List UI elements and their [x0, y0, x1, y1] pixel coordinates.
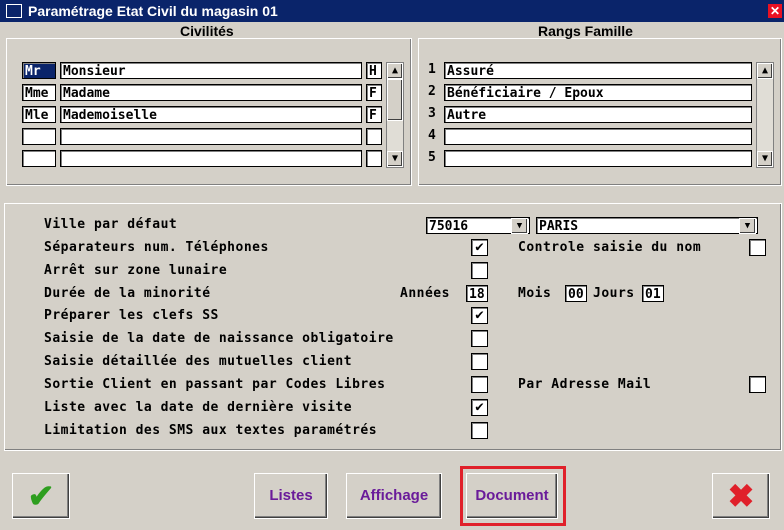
civilite-code[interactable]: [22, 128, 56, 145]
controle-label: Controle saisie du nom: [518, 240, 702, 255]
clefs-label: Préparer les clefs SS: [44, 308, 219, 323]
mail-label: Par Adresse Mail: [518, 377, 652, 392]
window-title: Paramétrage Etat Civil du magasin 01: [28, 3, 278, 19]
rang-number: 3: [428, 106, 437, 121]
civilite-gender[interactable]: F: [366, 84, 382, 101]
close-icon[interactable]: ✕: [768, 4, 782, 18]
check-mark-icon: ✔: [475, 307, 484, 323]
civilite-gender[interactable]: F: [366, 106, 382, 123]
scroll-up-icon[interactable]: ▲: [387, 63, 403, 79]
rang-number: 4: [428, 128, 437, 143]
scroll-down-icon[interactable]: ▼: [387, 151, 403, 167]
mutuelles-checkbox[interactable]: [471, 353, 488, 370]
chevron-down-icon[interactable]: ▼: [511, 218, 528, 234]
arret-checkbox[interactable]: [471, 262, 488, 279]
jours-input[interactable]: 01: [642, 285, 664, 302]
civilite-label[interactable]: [60, 128, 362, 145]
naissance-checkbox[interactable]: [471, 330, 488, 347]
rang-label[interactable]: Bénéficiaire / Epoux: [444, 84, 752, 101]
civilite-code[interactable]: Mme: [22, 84, 56, 101]
civilites-scrollbar[interactable]: ▲ ▼: [386, 62, 404, 168]
rang-number: 5: [428, 150, 437, 165]
document-highlight-box: [460, 466, 566, 526]
liste-label: Liste avec la date de dernière visite: [44, 400, 353, 415]
civilite-code[interactable]: Mle: [22, 106, 56, 123]
sortie-label: Sortie Client en passant par Codes Libre…: [44, 377, 386, 392]
rang-label[interactable]: Autre: [444, 106, 752, 123]
rangs-scrollbar[interactable]: ▲ ▼: [756, 62, 774, 168]
civilite-gender[interactable]: [366, 128, 382, 145]
rang-label[interactable]: Assuré: [444, 62, 752, 79]
separateurs-label: Séparateurs num. Téléphones: [44, 240, 269, 255]
arret-label: Arrêt sur zone lunaire: [44, 263, 228, 278]
civilite-code[interactable]: Mr: [22, 62, 56, 79]
annees-label: Années: [400, 286, 450, 301]
cross-icon: ✖: [727, 478, 755, 514]
civilite-label[interactable]: Monsieur: [60, 62, 362, 79]
mois-input[interactable]: 00: [565, 285, 587, 302]
check-mark-icon: ✔: [475, 399, 484, 415]
ville-label: Ville par défaut: [44, 217, 178, 232]
scroll-up-icon[interactable]: ▲: [757, 63, 773, 79]
sms-label: Limitation des SMS aux textes paramétrés: [44, 423, 378, 438]
mois-label: Mois: [518, 286, 552, 301]
check-mark-icon: ✔: [475, 239, 484, 255]
liste-checkbox[interactable]: ✔: [471, 399, 488, 416]
check-icon: ✔: [27, 478, 55, 514]
civilite-label[interactable]: Mademoiselle: [60, 106, 362, 123]
annees-input[interactable]: 18: [466, 285, 488, 302]
sms-checkbox[interactable]: [471, 422, 488, 439]
civilite-gender[interactable]: [366, 150, 382, 167]
scroll-down-icon[interactable]: ▼: [757, 151, 773, 167]
rang-label[interactable]: [444, 150, 752, 167]
chevron-down-icon[interactable]: ▼: [739, 218, 756, 234]
rangs-header: Rangs Famille: [538, 23, 633, 39]
separateurs-checkbox[interactable]: ✔: [471, 239, 488, 256]
civilite-label[interactable]: Madame: [60, 84, 362, 101]
cancel-button[interactable]: ✖: [712, 473, 770, 519]
title-bar: Paramétrage Etat Civil du magasin 01 ✕: [0, 0, 784, 22]
controle-checkbox[interactable]: [749, 239, 766, 256]
clefs-checkbox[interactable]: ✔: [471, 307, 488, 324]
mutuelles-label: Saisie détaillée des mutuelles client: [44, 354, 353, 369]
rang-number: 1: [428, 62, 437, 77]
minorite-label: Durée de la minorité: [44, 286, 211, 301]
affichage-button[interactable]: Affichage: [346, 473, 442, 519]
mail-checkbox[interactable]: [749, 376, 766, 393]
rang-label[interactable]: [444, 128, 752, 145]
listes-button[interactable]: Listes: [254, 473, 328, 519]
jours-label: Jours: [593, 286, 635, 301]
system-menu-icon[interactable]: [6, 4, 22, 18]
civilite-label[interactable]: [60, 150, 362, 167]
naissance-label: Saisie de la date de naissance obligatoi…: [44, 331, 394, 346]
validate-button[interactable]: ✔: [12, 473, 70, 519]
civilites-header: Civilités: [180, 23, 234, 39]
sortie-checkbox[interactable]: [471, 376, 488, 393]
scroll-thumb[interactable]: [387, 79, 403, 121]
civilite-gender[interactable]: H: [366, 62, 382, 79]
ville-name-select[interactable]: PARIS: [536, 217, 758, 234]
civilite-code[interactable]: [22, 150, 56, 167]
rang-number: 2: [428, 84, 437, 99]
